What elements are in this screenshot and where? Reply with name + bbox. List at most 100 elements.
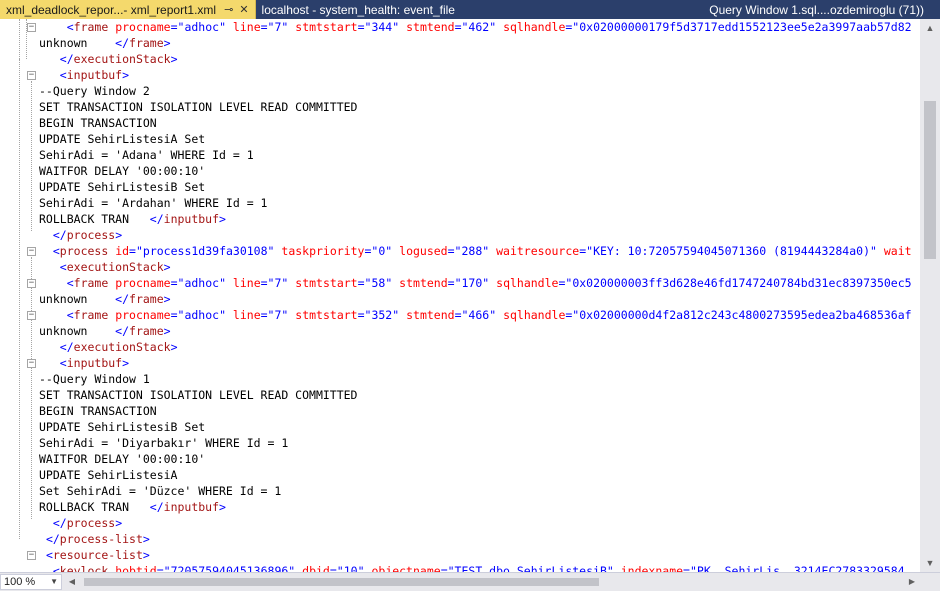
code-token: stmtstart <box>295 20 358 34</box>
tab-label: xml_deadlock_repor...- xml_report1.xml <box>6 2 217 17</box>
code-token: " <box>385 244 400 258</box>
code-token: id <box>115 244 130 258</box>
code-line: <frame procname="adhoc" line="7" stmtsta… <box>39 307 912 323</box>
code-token: process <box>66 516 116 530</box>
code-token: < <box>66 276 74 290</box>
code-line: <inputbuf> <box>39 67 912 83</box>
code-token: hobtid <box>115 564 157 572</box>
code-token: keylock <box>59 564 116 572</box>
tab-query-window-1[interactable]: Query Window 1.sql....ozdemiroglu (71)) <box>703 0 930 19</box>
code-token: =" <box>156 564 171 572</box>
code-token: > <box>170 340 178 354</box>
code-line: ROLLBACK TRAN </inputbuf> <box>39 499 912 515</box>
code-token: > <box>219 212 226 226</box>
xml-code-content[interactable]: <frame procname="adhoc" line="7" stmtsta… <box>39 19 912 572</box>
code-token: SehirAdi = 'Diyarbakır' WHERE Id = 1 <box>39 436 289 450</box>
code-token: > <box>122 68 130 82</box>
code-token: > <box>122 356 130 370</box>
collapse-icon[interactable]: − <box>27 311 36 320</box>
code-token: < <box>66 308 74 322</box>
code-token: stmtend <box>406 20 455 34</box>
tab-xml-deadlock-report[interactable]: xml_deadlock_repor...- xml_report1.xml ⊸… <box>0 0 256 19</box>
code-token: < <box>59 260 67 274</box>
code-line: <inputbuf> <box>39 355 912 371</box>
scroll-right-icon[interactable]: ▶ <box>904 574 920 590</box>
code-token: line <box>232 308 261 322</box>
tab-system-health-event-file[interactable]: localhost - system_health: event_file <box>256 0 461 19</box>
code-token: < <box>45 548 53 562</box>
code-token: > <box>142 532 150 546</box>
scrollbar-thumb[interactable] <box>84 578 599 586</box>
code-token: SET TRANSACTION ISOLATION LEVEL READ COM… <box>39 100 358 114</box>
code-token: stmtend <box>399 276 448 290</box>
code-token: " <box>385 276 400 290</box>
code-token: 0x02000000d4f2a812c243c4800273595edea2ba… <box>579 308 912 322</box>
code-token: </ <box>52 228 67 242</box>
code-token: unknown <box>39 36 116 50</box>
code-line: unknown </frame> <box>39 291 912 307</box>
collapse-icon[interactable]: − <box>27 71 36 80</box>
code-token: " <box>482 276 497 290</box>
code-token: > <box>115 228 123 242</box>
code-line: UPDATE SehirListesiA Set <box>39 131 912 147</box>
code-token: stmtstart <box>295 276 358 290</box>
code-token: 466 <box>468 308 490 322</box>
code-token: < <box>52 564 60 572</box>
chevron-down-icon: ▼ <box>50 577 58 586</box>
scroll-up-icon[interactable]: ▲ <box>920 19 940 37</box>
code-token: inputbuf <box>163 500 220 514</box>
collapse-icon[interactable]: − <box>27 23 36 32</box>
code-token: inputbuf <box>66 356 123 370</box>
code-token: executionStack <box>73 340 171 354</box>
code-line: SET TRANSACTION ISOLATION LEVEL READ COM… <box>39 387 912 403</box>
code-token: SehirAdi = 'Ardahan' WHERE Id = 1 <box>39 196 268 210</box>
code-line: UPDATE SehirListesiB Set <box>39 419 912 435</box>
code-line: BEGIN TRANSACTION <box>39 115 912 131</box>
collapse-icon[interactable]: − <box>27 279 36 288</box>
collapse-icon[interactable]: − <box>27 359 36 368</box>
code-token: " <box>870 244 884 258</box>
code-line: </executionStack> <box>39 339 912 355</box>
code-token: 10 <box>343 564 358 572</box>
code-token: adhoc <box>184 276 220 290</box>
scroll-left-icon[interactable]: ◀ <box>64 574 80 590</box>
horizontal-scrollbar[interactable]: ◀ ▶ <box>64 574 920 590</box>
code-line: BEGIN TRANSACTION <box>39 403 912 419</box>
code-token: procname <box>115 20 171 34</box>
code-token: KEY: 10:72057594045071360 (8194443284a0) <box>593 244 871 258</box>
code-token: UPDATE SehirListesiB Set <box>39 180 206 194</box>
xml-editor[interactable]: − − − − − − − <frame procname="adhoc" li… <box>0 19 920 572</box>
collapse-icon[interactable]: − <box>27 247 36 256</box>
code-token: " <box>288 564 303 572</box>
code-line: --Query Window 2 <box>39 83 912 99</box>
code-token: UPDATE SehirListesiA <box>39 468 178 482</box>
code-token: > <box>170 52 178 66</box>
vertical-scrollbar[interactable]: ▲ ▼ <box>920 19 940 572</box>
code-token: WAITFOR DELAY '00:00:10' <box>39 164 206 178</box>
code-token: adhoc <box>184 308 220 322</box>
code-token: 462 <box>468 20 490 34</box>
close-icon[interactable]: ✕ <box>239 3 248 16</box>
code-token: </ <box>115 324 130 338</box>
zoom-level-select[interactable]: 100 % ▼ <box>0 574 62 590</box>
code-token: =" <box>329 564 344 572</box>
code-token: =" <box>170 308 185 322</box>
collapse-icon[interactable]: − <box>27 551 36 560</box>
scroll-down-icon[interactable]: ▼ <box>920 554 940 572</box>
pin-icon[interactable]: ⊸ <box>224 3 233 16</box>
code-line: <frame procname="adhoc" line="7" stmtsta… <box>39 275 912 291</box>
code-token: </ <box>149 500 164 514</box>
code-token: </ <box>52 516 67 530</box>
code-token: =" <box>440 564 455 572</box>
code-token: process <box>66 228 116 242</box>
code-token: --Query Window 1 <box>39 372 150 386</box>
code-token: " <box>357 564 372 572</box>
code-token: frame <box>73 308 116 322</box>
code-token: </ <box>115 36 130 50</box>
scrollbar-thumb[interactable] <box>924 101 936 259</box>
